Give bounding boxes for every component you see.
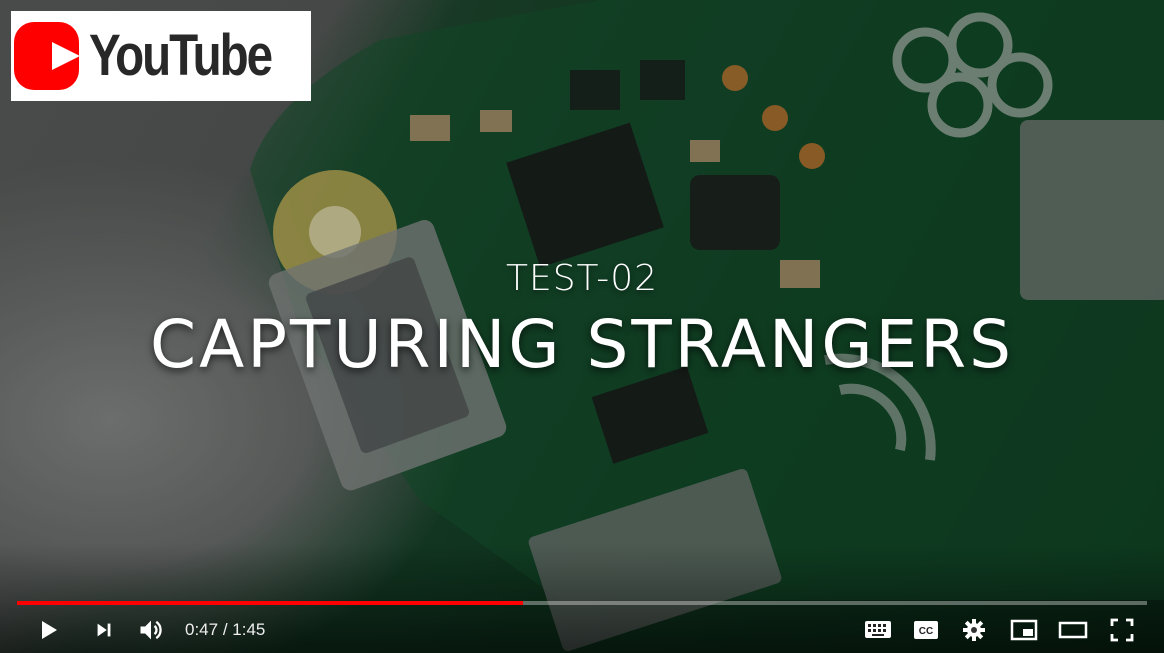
- duration: 1:45: [232, 620, 266, 639]
- subtitles-button[interactable]: CC: [908, 612, 944, 648]
- progress-bar[interactable]: [17, 601, 1147, 605]
- svg-text:CC: CC: [919, 626, 933, 637]
- youtube-play-icon: [14, 22, 81, 90]
- current-time: 0:47: [185, 620, 219, 639]
- fullscreen-icon: [1110, 618, 1134, 642]
- settings-button[interactable]: [956, 612, 992, 648]
- volume-button[interactable]: [132, 612, 170, 648]
- video-subtitle: TEST-02: [505, 258, 659, 299]
- time-display: 0:47 / 1:45: [185, 612, 265, 648]
- keyboard-icon: [865, 621, 891, 638]
- play-button[interactable]: [30, 612, 66, 648]
- settings-gear-icon: [963, 619, 985, 641]
- miniplayer-icon: [1010, 619, 1038, 641]
- theater-mode-icon: [1058, 621, 1088, 639]
- video-title: CAPTURING STRANGERS: [150, 306, 1014, 383]
- miniplayer-button[interactable]: [1006, 612, 1042, 648]
- theater-mode-button[interactable]: [1054, 612, 1092, 648]
- time-separator: /: [218, 620, 233, 639]
- keyboard-shortcuts-button[interactable]: [860, 612, 896, 648]
- subtitles-icon: CC: [914, 621, 938, 639]
- fullscreen-button[interactable]: [1104, 612, 1140, 648]
- player-controls: 0:47 / 1:45 CC: [0, 612, 1164, 648]
- next-icon: [97, 623, 111, 637]
- volume-icon: [140, 620, 162, 640]
- youtube-logo-text: YouTube: [89, 23, 273, 88]
- progress-played: [17, 601, 523, 605]
- video-player[interactable]: YouTube TEST-02 CAPTURING STRANGERS 0:47…: [0, 0, 1164, 653]
- next-button[interactable]: [86, 612, 122, 648]
- play-icon: [42, 621, 57, 639]
- youtube-logo[interactable]: YouTube: [11, 11, 311, 101]
